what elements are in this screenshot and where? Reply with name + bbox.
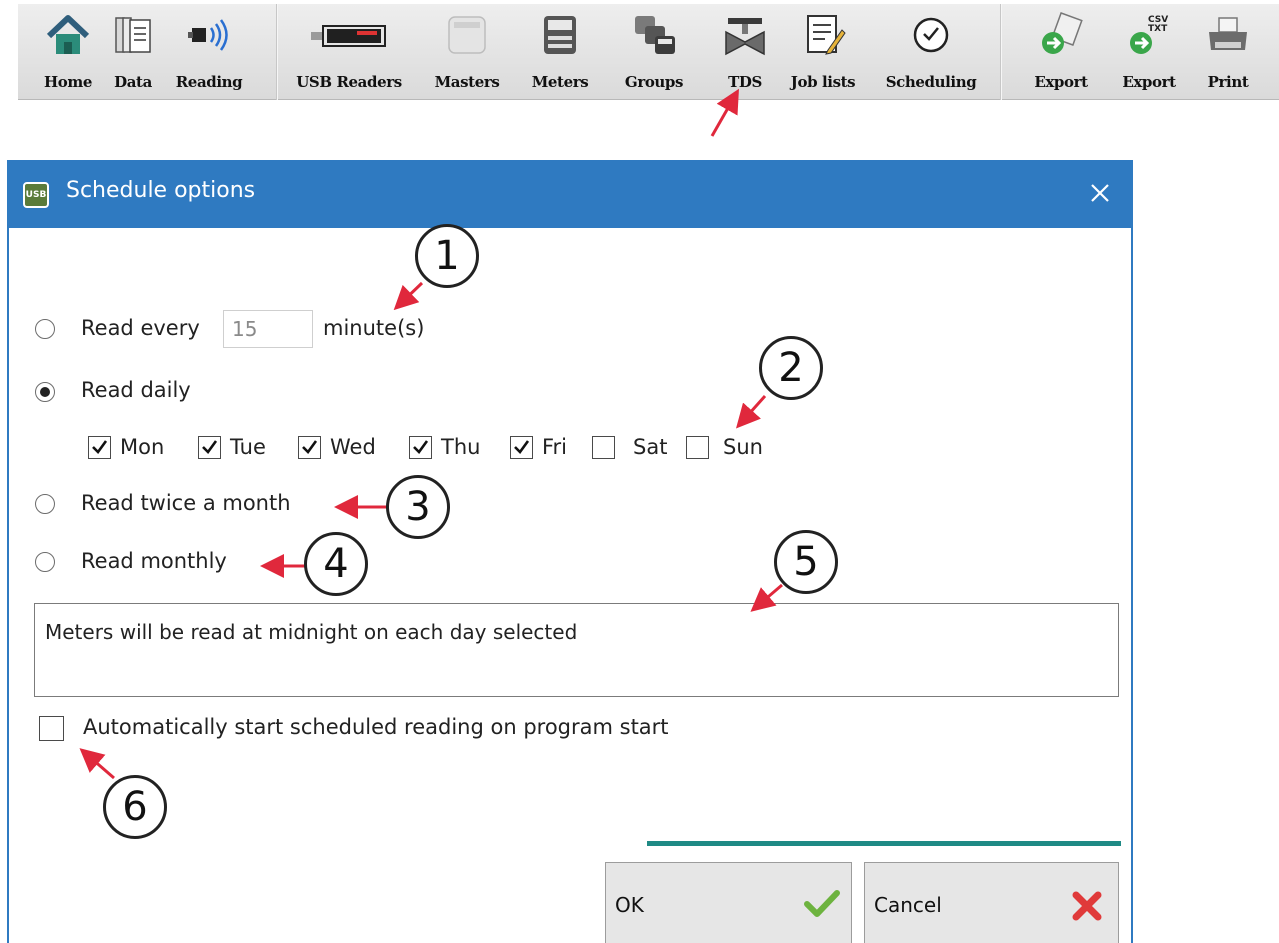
annotation-arrows <box>79 88 783 780</box>
callout-1: 1 <box>415 224 479 288</box>
callout-2: 2 <box>759 336 823 400</box>
callout-6-arrow <box>79 748 115 780</box>
callout-1-arrow <box>393 281 424 311</box>
tds-arrow <box>710 88 739 137</box>
callout-4: 4 <box>304 532 368 596</box>
callout-5-arrow <box>750 583 783 612</box>
callout-5: 5 <box>774 530 838 594</box>
callout-6: 6 <box>103 775 167 839</box>
callout-3: 3 <box>386 475 450 539</box>
callout-2-arrow <box>736 395 767 429</box>
